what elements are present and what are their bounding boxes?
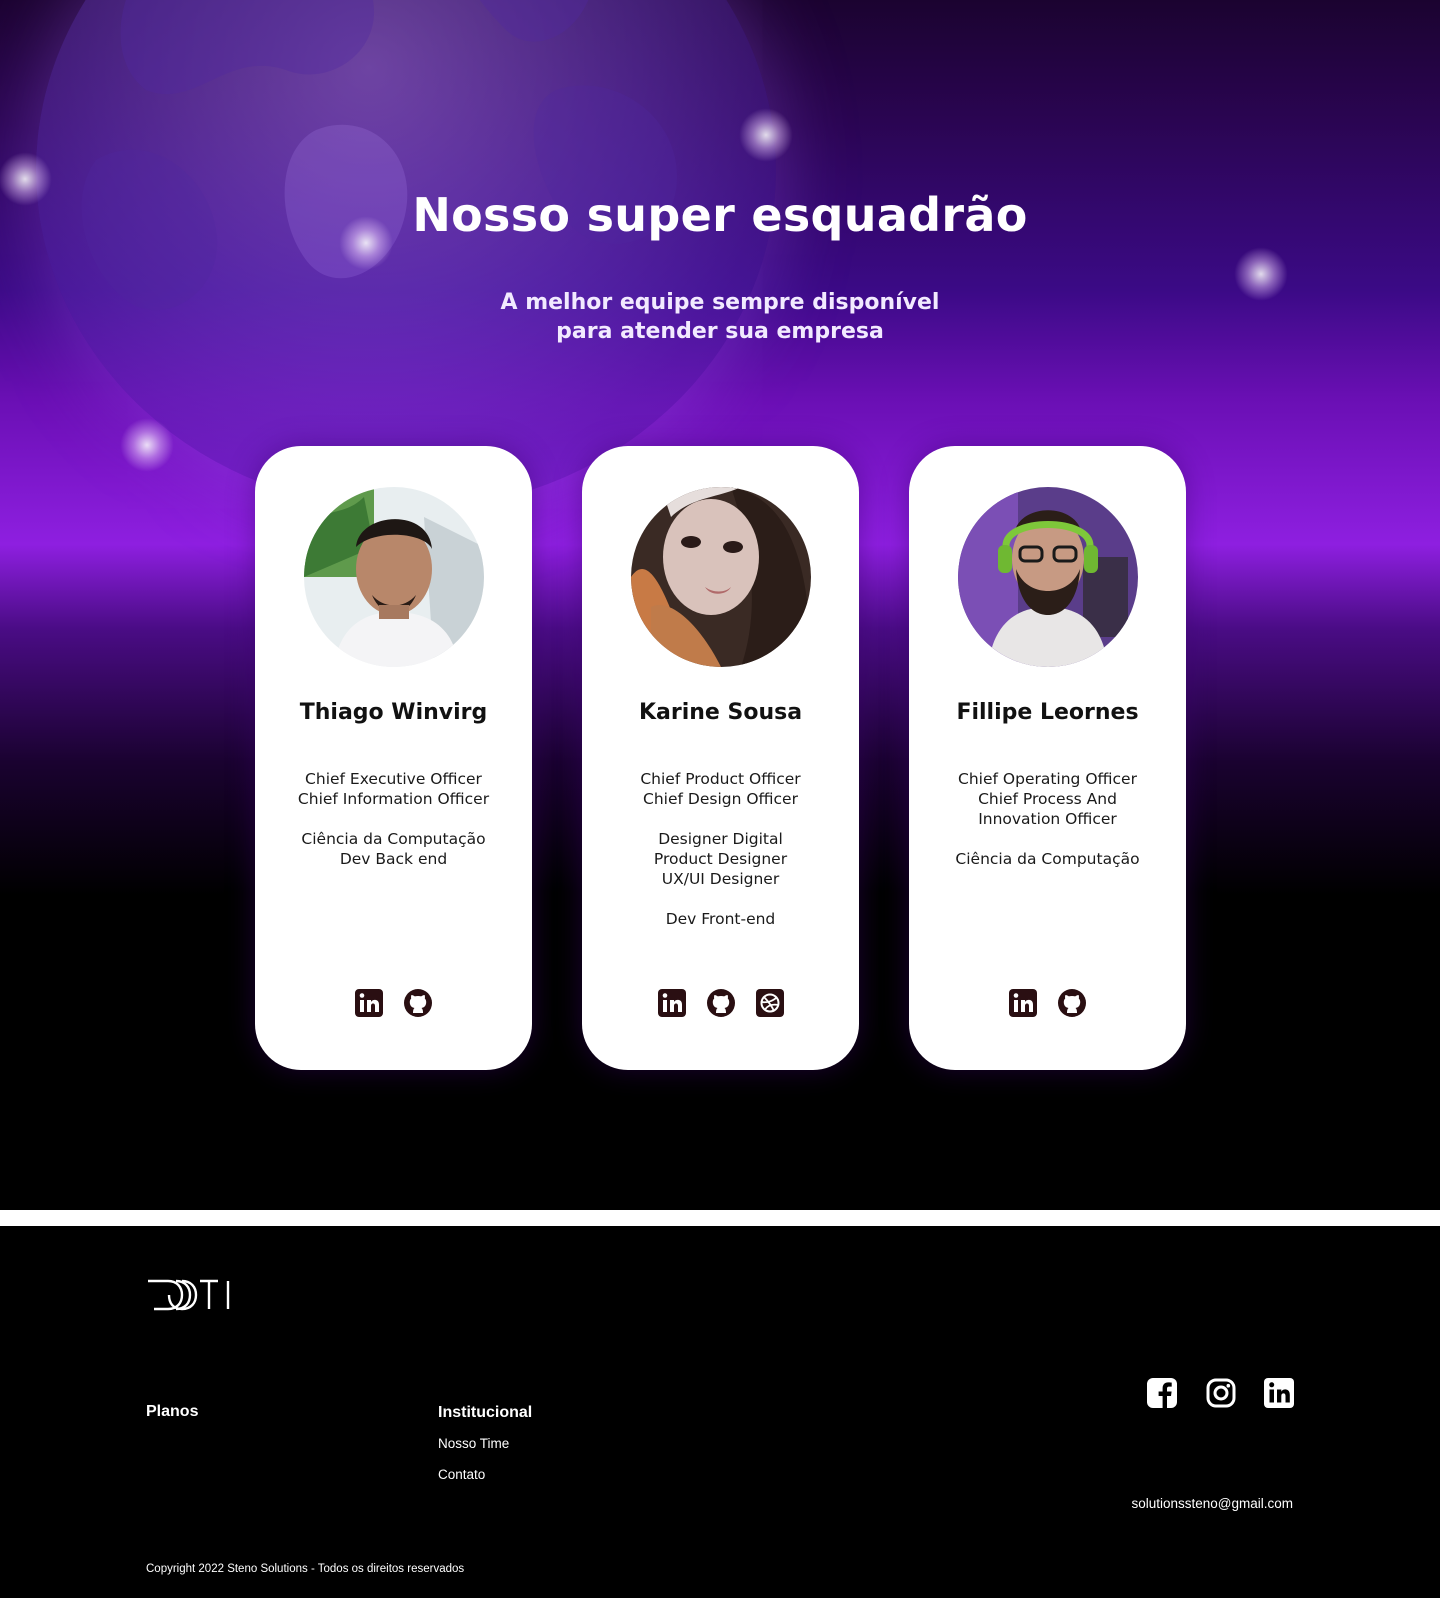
member-name: Karine Sousa — [638, 700, 803, 725]
instagram-icon[interactable] — [1205, 1377, 1237, 1409]
footer-link-contato[interactable]: Contato — [438, 1467, 485, 1482]
role-line: Innovation Officer — [978, 810, 1117, 828]
role-line: Dev Front-end — [665, 910, 776, 928]
hero-section: Nosso super esquadrão A melhor equipe se… — [0, 0, 1440, 1210]
role-line: Ciência da Computação — [301, 830, 486, 848]
role-line: Designer Digital — [658, 830, 783, 848]
member-name: Fillipe Leornes — [956, 700, 1139, 725]
subtitle-line: para atender sua empresa — [556, 319, 884, 344]
member-roles: Chief Operating Officer Chief Process An… — [909, 769, 1186, 889]
avatar — [958, 487, 1138, 667]
section-divider — [0, 1210, 1440, 1226]
copyright-text: Copyright 2022 Steno Solutions - Todos o… — [146, 1563, 465, 1575]
facebook-icon[interactable] — [1146, 1377, 1178, 1409]
role-line: Ciência da Computação — [955, 850, 1140, 868]
team-card-fillipe: Fillipe Leornes Chief Operating Officer … — [909, 446, 1186, 1070]
avatar — [304, 487, 484, 667]
role-line: Chief Product Officer — [640, 770, 801, 788]
team-card-thiago: Thiago Winvirg Chief Executive Officer C… — [255, 446, 532, 1070]
section-subtitle: A melhor equipe sempre disponível para a… — [0, 288, 1440, 346]
member-socials — [909, 988, 1186, 1018]
dribbble-icon[interactable] — [755, 988, 785, 1018]
role-line: Chief Executive Officer — [305, 770, 482, 788]
github-icon[interactable] — [1057, 988, 1087, 1018]
team-card-karine: Karine Sousa Chief Product Officer Chief… — [582, 446, 859, 1070]
footer: Planos Institucional Nosso Time Contato … — [0, 1226, 1440, 1598]
role-line: Chief Operating Officer — [958, 770, 1137, 788]
member-socials — [582, 988, 859, 1018]
light-flare — [739, 108, 793, 162]
linkedin-icon[interactable] — [1008, 988, 1038, 1018]
contact-email[interactable]: solutionssteno@gmail.com — [1131, 1496, 1293, 1511]
subtitle-line: A melhor equipe sempre disponível — [500, 290, 940, 315]
light-flare — [120, 418, 174, 472]
company-logo[interactable] — [146, 1278, 232, 1312]
member-roles: Chief Product Officer Chief Design Offic… — [582, 769, 859, 949]
member-roles: Chief Executive Officer Chief Informatio… — [255, 769, 532, 889]
member-socials — [255, 988, 532, 1018]
footer-plans-heading[interactable]: Planos — [146, 1403, 198, 1421]
role-line: Product Designer — [653, 850, 788, 868]
role-line: Chief Design Officer — [643, 790, 798, 808]
footer-institutional-heading: Institucional — [438, 1404, 533, 1421]
member-name: Thiago Winvirg — [299, 700, 488, 725]
linkedin-icon[interactable] — [1263, 1377, 1295, 1409]
linkedin-icon[interactable] — [657, 988, 687, 1018]
linkedin-icon[interactable] — [354, 988, 384, 1018]
footer-link-nosso-time[interactable]: Nosso Time — [438, 1436, 509, 1451]
role-line: UX/UI Designer — [661, 870, 780, 888]
role-line: Chief Information Officer — [297, 790, 490, 808]
github-icon[interactable] — [706, 988, 736, 1018]
avatar — [631, 487, 811, 667]
role-line: Dev Back end — [339, 850, 448, 868]
section-title: Nosso super esquadrão — [412, 188, 1028, 242]
role-line: Chief Process And — [978, 790, 1117, 808]
github-icon[interactable] — [403, 988, 433, 1018]
